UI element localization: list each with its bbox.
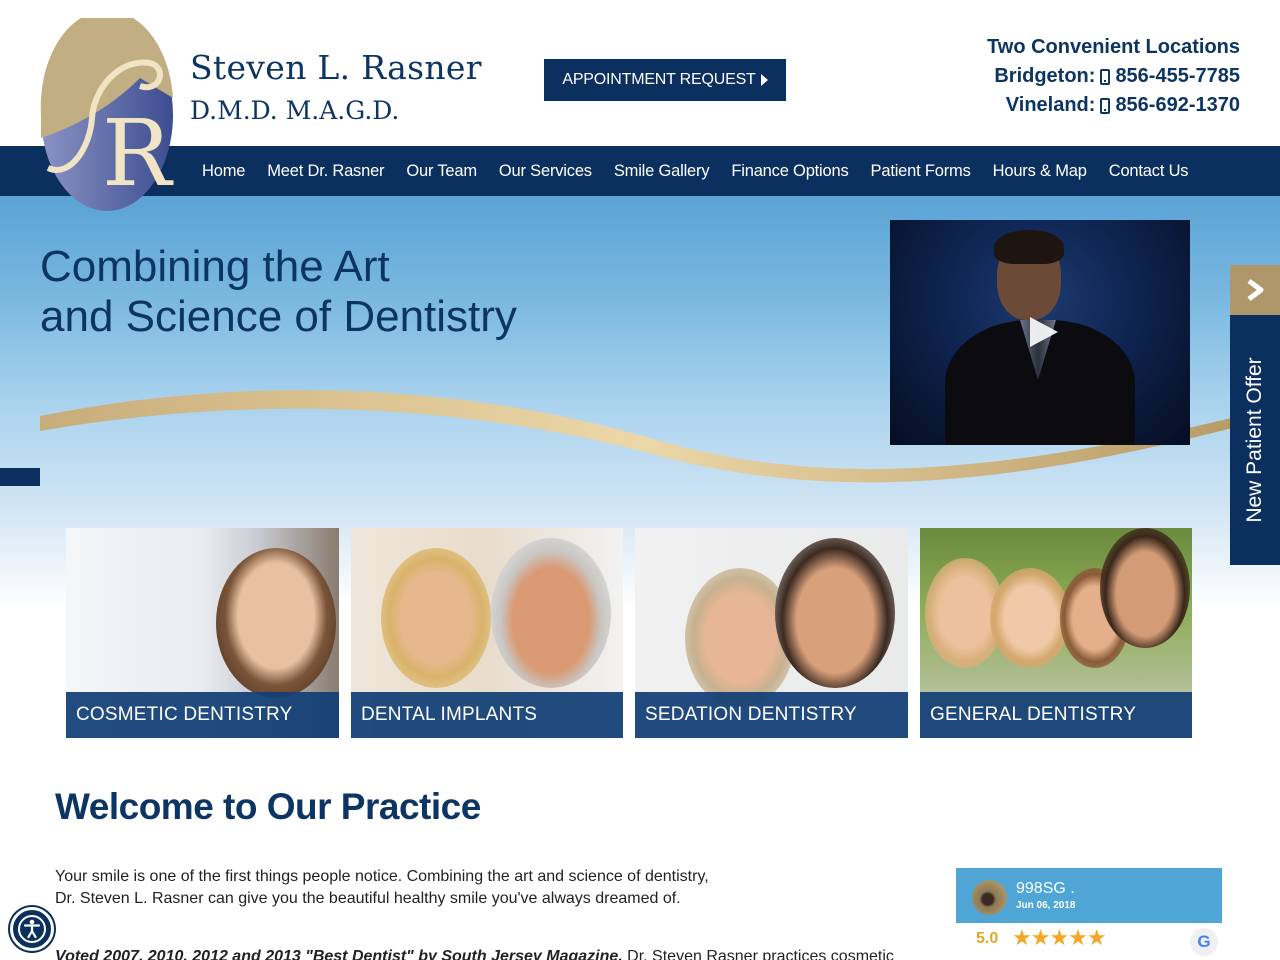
location-vineland: Vineland: 856-692-1370: [987, 91, 1240, 120]
star-rating-icon: ★★★★★: [1012, 925, 1107, 950]
video-thumbnail-hair: [994, 230, 1064, 264]
review-widget[interactable]: 998SG . Jun 06, 2018 5.0 ★★★★★ G: [956, 868, 1222, 960]
review-date: Jun 06, 2018: [1016, 900, 1076, 911]
nav-item-patient-forms[interactable]: Patient Forms: [860, 162, 982, 181]
chevron-right-icon: [1247, 279, 1264, 301]
service-tile-sedation[interactable]: SEDATION DENTISTRY: [635, 528, 908, 738]
intro-paragraph: Your smile is one of the first things pe…: [55, 866, 815, 910]
intro-line-2: Dr. Steven L. Rasner can give you the be…: [55, 890, 681, 907]
play-icon[interactable]: [1030, 317, 1058, 347]
practice-credentials: D.M.D. M.A.G.D.: [190, 96, 400, 125]
locations-block: Two Convenient Locations Bridgeton: 856-…: [987, 33, 1240, 120]
intro-video[interactable]: [890, 220, 1190, 445]
nav-item-home[interactable]: Home: [191, 162, 256, 181]
reviewer-avatar: [972, 880, 1007, 915]
service-tile-general[interactable]: GENERAL DENTISTRY: [920, 528, 1192, 738]
locations-title: Two Convenient Locations: [987, 36, 1240, 58]
nav-item-hours-map[interactable]: Hours & Map: [982, 162, 1098, 181]
accessibility-button[interactable]: [10, 907, 54, 951]
photo-face: [216, 548, 336, 698]
site-header: R Steven L. Rasner D.M.D. M.A.G.D. APPOI…: [0, 0, 1280, 211]
nav-item-contact-us[interactable]: Contact Us: [1098, 162, 1200, 181]
hero-title-line-2: and Science of Dentistry: [40, 292, 517, 341]
appointment-request-label: APPOINTMENT REQUEST: [562, 71, 756, 88]
location-city: Vineland:: [1005, 94, 1096, 116]
review-header: 998SG . Jun 06, 2018: [956, 868, 1222, 923]
nav-item-finance-options[interactable]: Finance Options: [720, 162, 859, 181]
photo-face: [491, 538, 611, 688]
offer-arrow-box[interactable]: [1230, 265, 1280, 315]
service-tile-cosmetic[interactable]: COSMETIC DENTISTRY: [66, 528, 339, 738]
nav-item-our-services[interactable]: Our Services: [488, 162, 603, 181]
intro-line-1: Your smile is one of the first things pe…: [55, 868, 709, 885]
location-city: Bridgeton:: [994, 65, 1096, 87]
accessibility-icon: [18, 915, 46, 943]
hero-title-line-1: Combining the Art: [40, 242, 390, 291]
offer-body: New Patient Offer: [1230, 315, 1280, 565]
phone-icon: [1100, 97, 1111, 114]
svg-text:R: R: [102, 100, 174, 207]
photo-face: [381, 548, 491, 688]
hero-title: Combining the Art and Science of Dentist…: [40, 242, 517, 342]
appointment-request-button[interactable]: APPOINTMENT REQUEST: [544, 59, 786, 101]
review-rating-value: 5.0: [976, 930, 999, 947]
phone-link[interactable]: 856-455-7785: [1115, 62, 1240, 91]
nav-item-smile-gallery[interactable]: Smile Gallery: [603, 162, 721, 181]
practice-name: Steven L. Rasner: [190, 48, 482, 87]
nav-item-our-team[interactable]: Our Team: [395, 162, 488, 181]
phone-icon: [1100, 68, 1111, 85]
google-icon: G: [1190, 928, 1218, 956]
nav-item-meet-dr-rasner[interactable]: Meet Dr. Rasner: [256, 162, 395, 181]
service-label: DENTAL IMPLANTS: [351, 692, 623, 738]
new-patient-offer-tab[interactable]: New Patient Offer: [1230, 265, 1280, 565]
voted-highlight: Voted 2007, 2010, 2012 and 2013 "Best De…: [55, 948, 623, 960]
photo-face: [990, 568, 1070, 668]
service-label: GENERAL DENTISTRY: [920, 692, 1192, 738]
voted-text: Dr. Steven Rasner practices cosmetic: [622, 948, 894, 960]
hero-accent-bar: [0, 468, 40, 486]
photo-face: [775, 538, 895, 688]
reviewer-name: 998SG .: [1016, 880, 1075, 897]
service-tile-implants[interactable]: DENTAL IMPLANTS: [351, 528, 623, 738]
phone-link[interactable]: 856-692-1370: [1115, 91, 1240, 120]
welcome-heading: Welcome to Our Practice: [55, 786, 481, 827]
service-label: COSMETIC DENTISTRY: [66, 692, 339, 738]
offer-label: New Patient Offer: [1243, 357, 1266, 523]
main-nav: Home Meet Dr. Rasner Our Team Our Servic…: [0, 146, 1280, 196]
voted-paragraph: Voted 2007, 2010, 2012 and 2013 "Best De…: [55, 946, 915, 960]
service-label: SEDATION DENTISTRY: [635, 692, 908, 738]
caret-right-icon: [760, 74, 768, 86]
photo-face: [1100, 528, 1190, 648]
logo[interactable]: R: [40, 18, 174, 212]
location-bridgeton: Bridgeton: 856-455-7785: [987, 62, 1240, 91]
